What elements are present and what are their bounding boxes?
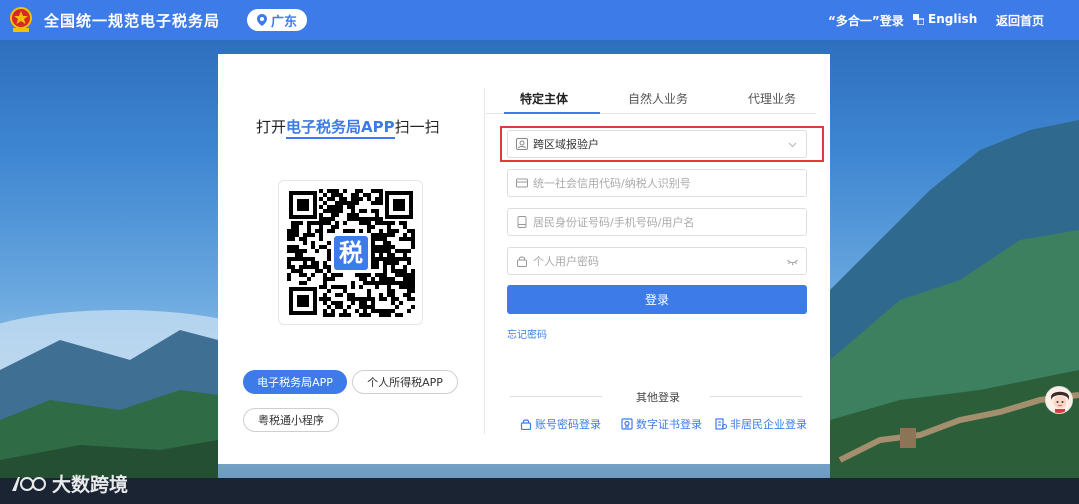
account-placeholder: 居民身份证号码/手机号码/用户名 [533,216,695,229]
top-header: 全国统一规范电子税务局 广东 “多合一”登录 English 返回首页 [0,0,1079,40]
qr-code: 税 [278,180,423,325]
other-login-title: 其他登录 [636,391,680,404]
home-link[interactable]: 返回首页 [996,12,1044,29]
user-card-icon [516,138,528,150]
digital-certificate-login-link[interactable]: 数字证书登录 [621,416,702,432]
login-card: 打开电子税务局APP扫一扫 税 电子税务局APP 个人所得税APP 粤税通小程序… [218,54,830,464]
other-login-divider-left [510,396,602,397]
multi-login-link[interactable]: “多合一”登录 [828,12,904,29]
qr-center-char: 税 [339,239,363,267]
language-icon [913,13,924,25]
credit-code-input[interactable]: 统一社会信用代码/纳税人识别号 [507,169,807,197]
non-resident-enterprise-login-link[interactable]: 非居民企业登录 [715,416,807,432]
account-password-login-link[interactable]: 账号密码登录 [520,416,601,432]
password-input[interactable]: 个人用户密码 [507,247,807,275]
forgot-password-link[interactable]: 忘记密码 [507,326,547,341]
certificate-icon [621,418,633,430]
qr-scan-title: 打开电子税务局APP扫一扫 [256,116,440,139]
non-resident-enterprise-login-label: 非居民企业登录 [730,418,807,431]
brand-logo-icon [12,476,46,491]
enterprise-icon [715,418,727,430]
lock-icon [517,256,527,267]
site-title: 全国统一规范电子税务局 [44,12,221,30]
english-label: English [928,12,978,26]
region-selector[interactable]: 广东 [247,9,307,31]
digital-certificate-login-label: 数字证书登录 [636,418,702,431]
password-placeholder: 个人用户密码 [533,255,599,268]
watermark: 大数跨境 [10,470,128,497]
region-label: 广东 [270,14,297,30]
app-tab-miniprogram[interactable]: 粤税通小程序 [243,408,339,432]
phone-icon [517,216,527,228]
lock-icon [520,419,532,430]
qr-title-prefix: 打开 [256,118,287,136]
active-tab-indicator [504,112,600,114]
customer-service-avatar[interactable] [1045,386,1073,414]
login-button[interactable]: 登录 [507,285,807,314]
identity-type-select[interactable]: 跨区域报验户 [507,130,807,158]
credit-code-placeholder: 统一社会信用代码/纳税人识别号 [533,177,691,190]
eye-closed-icon[interactable] [787,256,798,267]
tab-natural-person[interactable]: 自然人业务 [628,90,688,107]
identity-type-value: 跨区域报验户 [533,138,599,151]
login-tabs: 特定主体 自然人业务 代理业务 [486,84,816,114]
english-link[interactable]: English [913,12,977,26]
tab-specific-entity[interactable]: 特定主体 [520,90,568,107]
qr-title-suffix: 扫一扫 [394,118,440,136]
account-password-login-label: 账号密码登录 [535,418,601,431]
location-pin-icon [256,14,267,26]
app-tab-iit[interactable]: 个人所得税APP [352,370,458,394]
other-login-divider-right [710,396,802,397]
id-card-icon [516,178,528,188]
watermark-text: 大数跨境 [52,474,129,496]
tab-agent[interactable]: 代理业务 [748,90,796,107]
bottom-bar [0,478,1079,504]
qr-code-image: 税 [286,188,415,317]
national-emblem-icon [10,7,32,32]
chevron-down-icon [788,142,797,148]
qr-title-app-name: 电子税务局APP [286,118,395,139]
account-input[interactable]: 居民身份证号码/手机号码/用户名 [507,208,807,236]
panel-divider [484,88,485,434]
app-tab-etax[interactable]: 电子税务局APP [243,370,347,394]
